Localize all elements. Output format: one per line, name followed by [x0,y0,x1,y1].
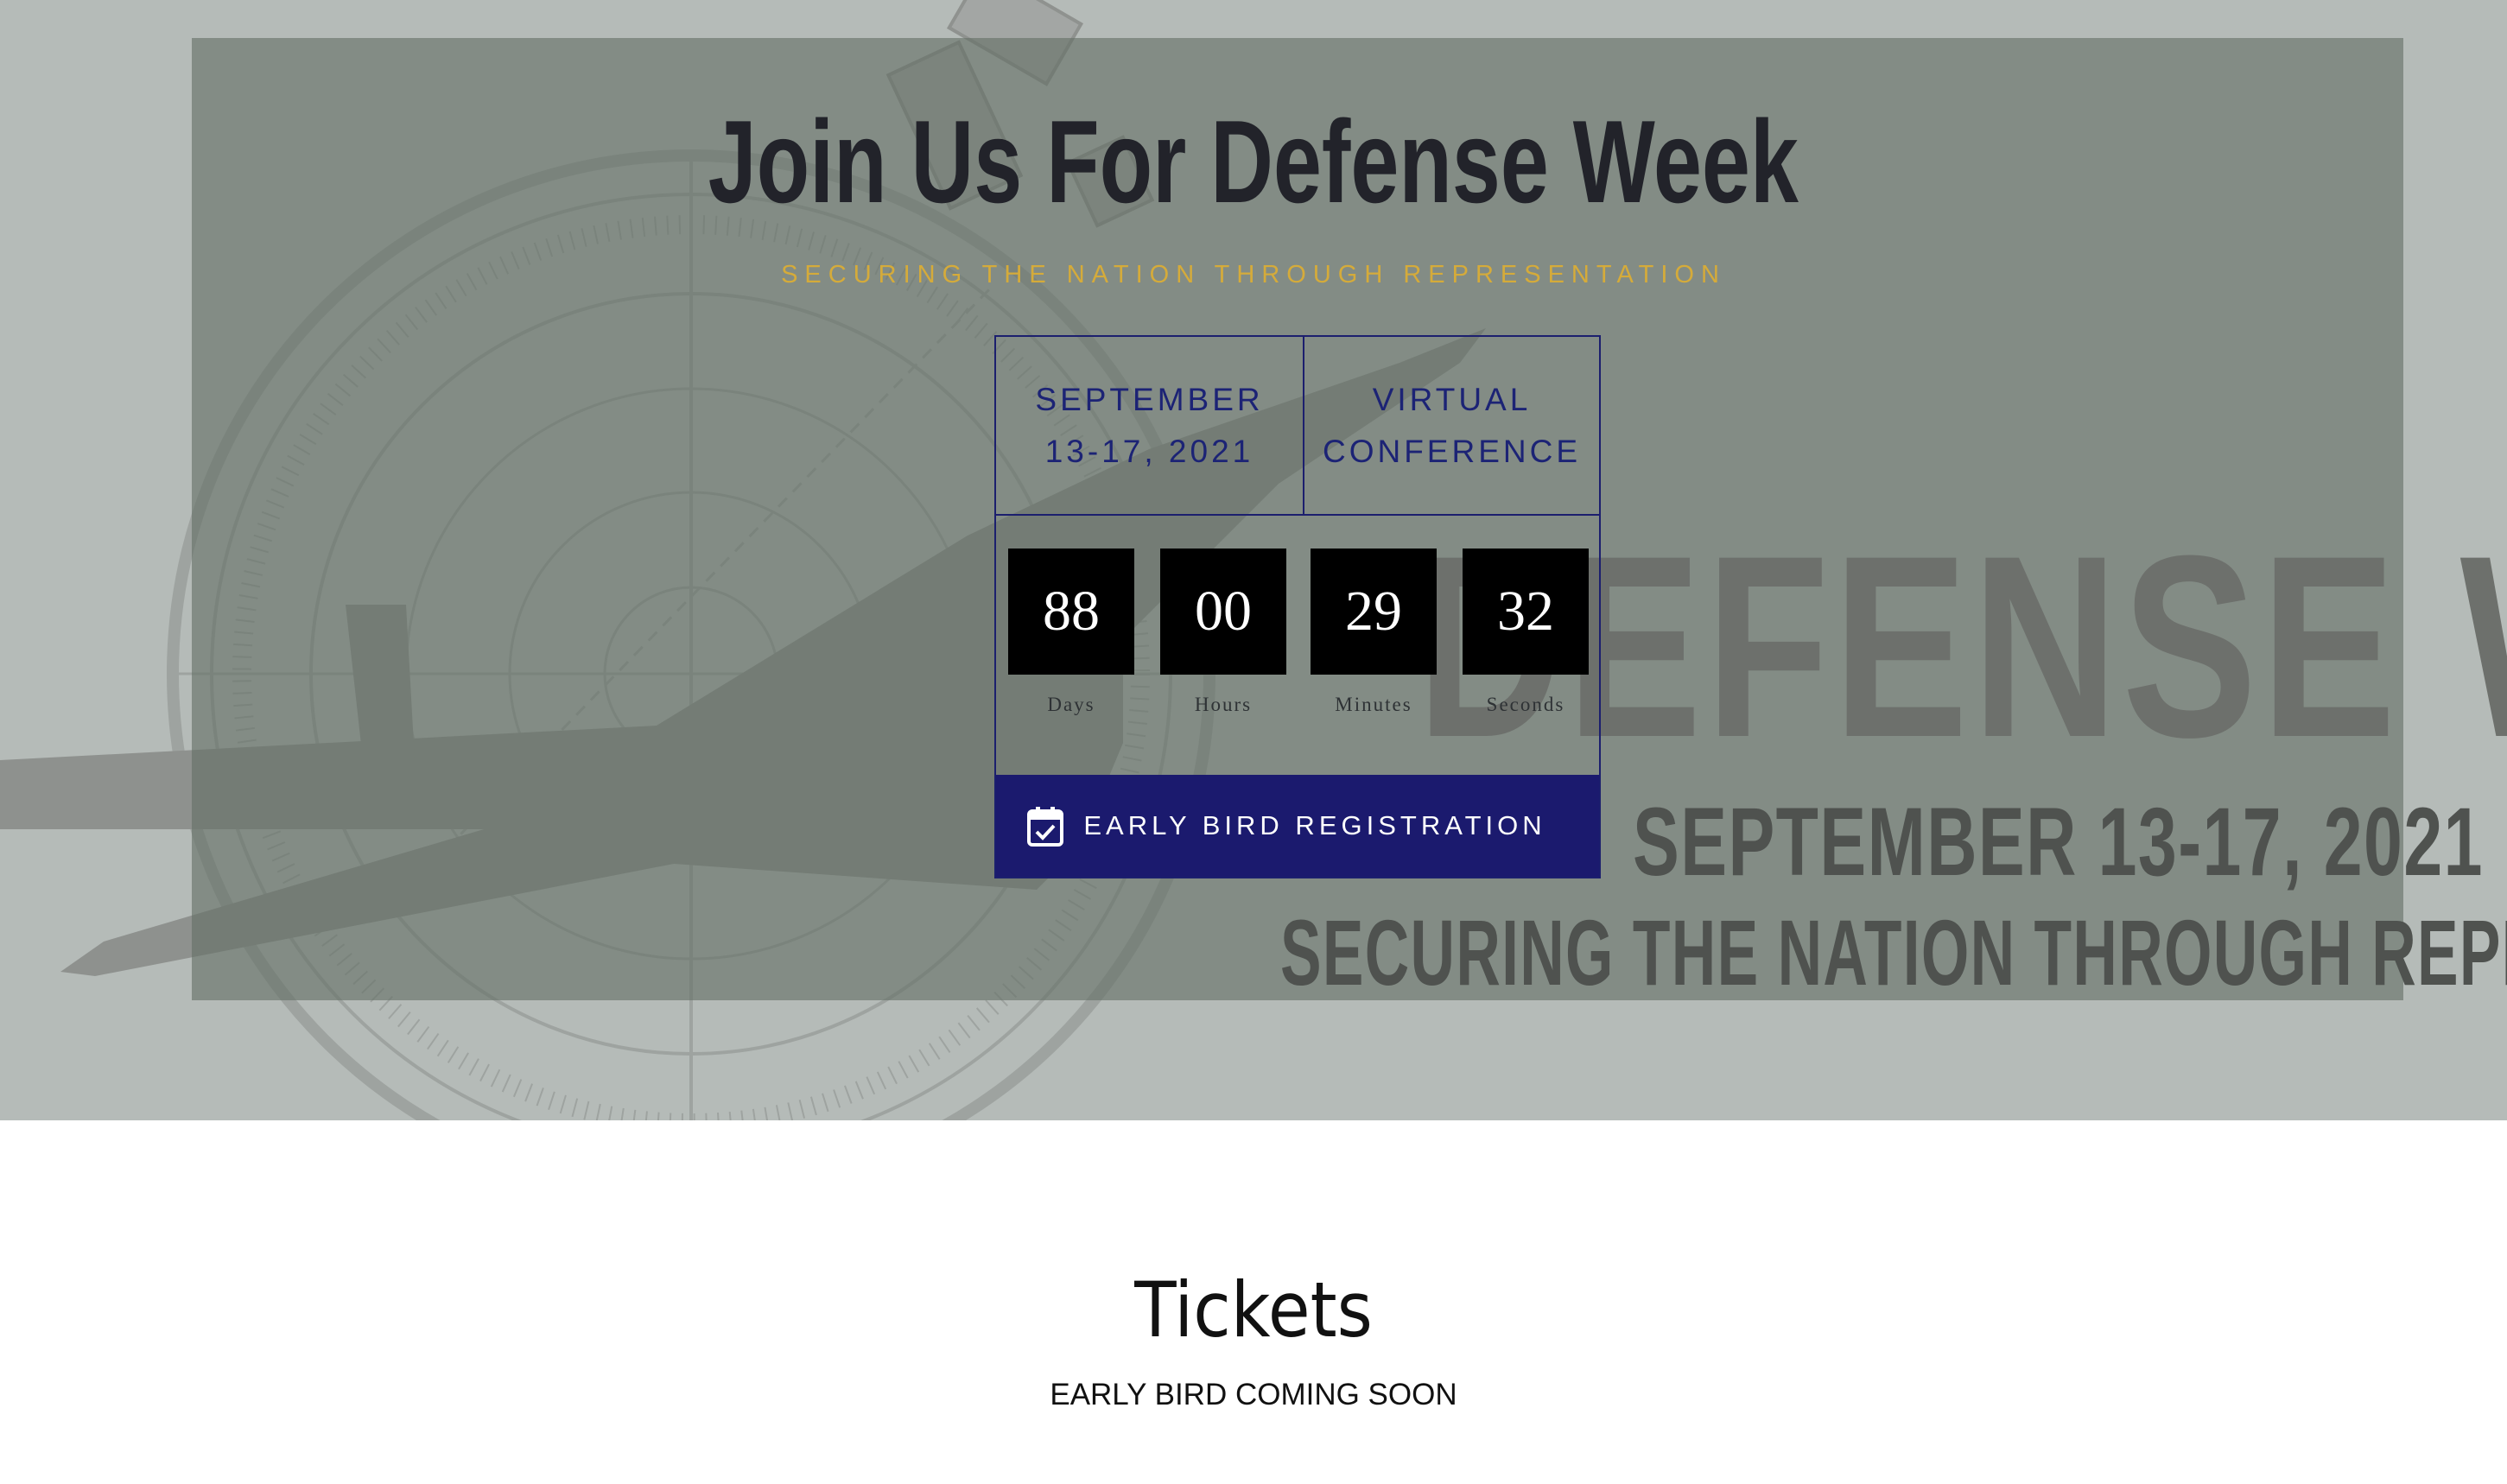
event-date-days: 13-17, 2021 [1044,433,1254,469]
event-date-month: SEPTEMBER [1035,381,1264,417]
event-info-row: SEPTEMBER 13-17, 2021 VIRTUAL CONFERENCE [996,337,1599,516]
event-card: SEPTEMBER 13-17, 2021 VIRTUAL CONFERENCE… [994,335,1601,878]
countdown-days-value: 88 [1008,549,1134,675]
calendar-check-icon [1027,807,1063,847]
event-venue-line2: CONFERENCE [1322,433,1582,469]
hero-section: DEFENSE WEE SEPTEMBER 13-17, 2021 SECURI… [0,0,2507,1120]
tickets-heading-text: Tickets [1134,1265,1373,1354]
countdown-seconds: 32 Seconds [1463,549,1589,716]
countdown-seconds-label: Seconds [1486,694,1565,715]
early-bird-registration-label: EARLY BIRD REGISTRATION [1083,810,1546,840]
hero-subtitle: SECURING THE NATION THROUGH REPRESENTATI… [781,261,1726,289]
event-date: SEPTEMBER 13-17, 2021 [996,337,1304,514]
tickets-status: EARLY BIRD COMING SOON [1050,1378,1457,1411]
countdown-minutes-value: 29 [1311,549,1437,675]
countdown-hours: 00 Hours [1160,549,1286,716]
background-tagline: SECURING THE NATION THROUGH REPRESE [1280,900,2507,1005]
countdown-minutes-label: Minutes [1335,694,1412,715]
event-venue: VIRTUAL CONFERENCE [1304,337,1599,514]
background-date: SEPTEMBER 13-17, 2021 [1633,788,2484,896]
countdown-hours-value: 00 [1160,549,1286,675]
countdown-days: 88 Days [1008,549,1134,716]
page-title: Join Us For Defense Week [0,91,2507,233]
countdown-seconds-value: 32 [1463,549,1589,675]
countdown-days-label: Days [1047,694,1095,715]
early-bird-registration-button[interactable]: EARLY BIRD REGISTRATION [996,775,1599,877]
countdown-timer: 88 Days 00 Hours 29 Minutes 32 Seconds [996,516,1599,764]
event-venue-line1: VIRTUAL [1372,381,1532,417]
countdown-minutes: 29 Minutes [1311,549,1437,716]
tickets-heading: Tickets [0,1263,2507,1358]
page-title-text: Join Us For Defense Week [708,96,1799,227]
countdown-hours-label: Hours [1194,694,1253,715]
